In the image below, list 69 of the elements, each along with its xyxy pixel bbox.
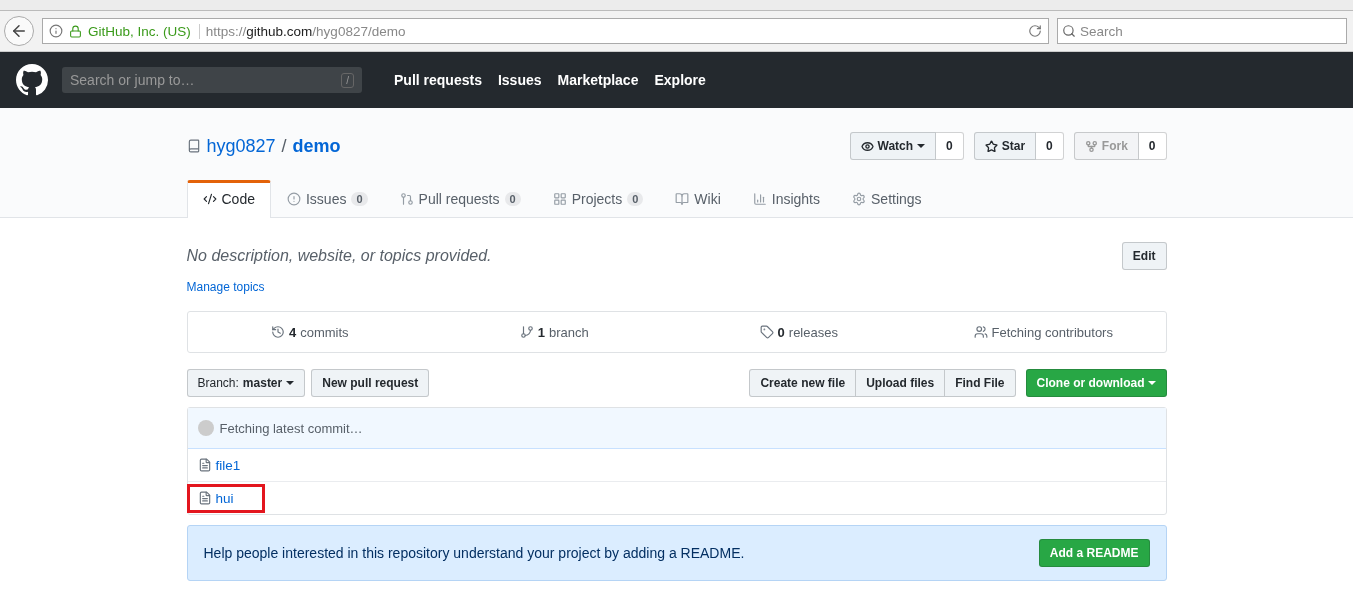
people-icon: [973, 325, 988, 339]
tab-counter: 0: [504, 192, 521, 206]
edit-button[interactable]: Edit: [1121, 242, 1167, 270]
file-action-button[interactable]: Find File: [944, 369, 1016, 397]
alert-circle-icon: [286, 192, 301, 206]
file-icon: [197, 491, 212, 505]
eye-icon: [860, 139, 874, 153]
history-icon: [270, 325, 285, 339]
book-icon: [675, 192, 690, 206]
tab-counter: 0: [351, 192, 368, 206]
header-search-field[interactable]: Search or jump to… /: [62, 67, 362, 93]
repo-tab[interactable]: Issues 0: [270, 180, 384, 218]
repo-tab[interactable]: Wiki: [659, 180, 737, 218]
octocat-logo[interactable]: [16, 64, 48, 96]
branch-icon: [519, 325, 534, 339]
site-identity: GitHub, Inc. (US): [88, 23, 200, 39]
releases-summary-link[interactable]: 0 releases: [676, 324, 921, 340]
caret-icon: [286, 381, 295, 385]
watch-count[interactable]: 0: [936, 132, 964, 160]
fork-icon: [1084, 139, 1098, 153]
avatar-circle: [197, 420, 214, 436]
address-bar[interactable]: GitHub, Inc. (US) https://github.com/hyg0827/demo: [42, 18, 1049, 44]
nav-link[interactable]: Pull requests: [394, 72, 482, 88]
browser-search-field[interactable]: Search: [1057, 18, 1347, 44]
file-icon: [197, 458, 212, 472]
repo-tab[interactable]: Projects 0: [536, 180, 660, 218]
branch-summary-link[interactable]: 1 branch: [432, 324, 677, 340]
repo-tab[interactable]: Pull requests 0: [383, 180, 537, 218]
path-separator: /: [281, 135, 287, 157]
settings-icon: [852, 192, 866, 206]
repo-description: No description, website, or topics provided.: [186, 247, 492, 265]
repo-tab[interactable]: Code: [186, 180, 271, 218]
new-pull-request-button[interactable]: New pull request: [311, 369, 430, 397]
repo-tab[interactable]: Settings: [836, 180, 938, 218]
file-action-button[interactable]: Create new file: [749, 369, 857, 397]
caret-icon: [1147, 381, 1156, 385]
lock-icon: [69, 24, 82, 38]
reload-icon[interactable]: [1028, 24, 1042, 38]
board-icon: [552, 192, 567, 206]
nav-link[interactable]: Issues: [497, 72, 542, 88]
file-action-button[interactable]: Upload files: [855, 369, 946, 397]
file-link[interactable]: file1: [189, 453, 269, 477]
repo-name-link[interactable]: demo: [292, 135, 341, 157]
bar-chart-icon: [752, 192, 767, 206]
info-icon: [49, 24, 63, 38]
readme-prompt-text: Help people interested in this repository understand your project by adding a README.: [203, 545, 745, 561]
branch-select[interactable]: Branch: master: [186, 369, 306, 397]
code-icon: [202, 192, 217, 206]
star-button[interactable]: Star: [973, 132, 1037, 160]
nav-link[interactable]: Marketplace: [557, 72, 639, 88]
nav-link[interactable]: Explore: [654, 72, 706, 88]
pull-request-icon: [399, 192, 414, 206]
watch-button[interactable]: Watch: [849, 132, 937, 160]
caret-icon: [917, 144, 926, 148]
search-icon: [1062, 24, 1076, 38]
repo-tab[interactable]: Insights: [736, 180, 836, 218]
file-link[interactable]: hui: [189, 486, 262, 510]
contributors-summary-link[interactable]: Fetching contributors: [921, 324, 1166, 340]
star-icon: [984, 139, 998, 153]
url-text: https://github.com/hyg0827/demo: [205, 23, 407, 39]
repo-icon: [186, 139, 201, 153]
star-count[interactable]: 0: [1036, 132, 1064, 160]
back-button[interactable]: [4, 16, 34, 46]
tab-counter: 0: [627, 192, 644, 206]
tag-icon: [759, 325, 774, 339]
commit-status-text: Fetching latest commit…: [219, 420, 363, 436]
repo-owner-link[interactable]: hyg0827: [206, 135, 276, 157]
manage-topics-link[interactable]: Manage topics: [186, 280, 265, 294]
commits-summary-link[interactable]: 4 commits: [187, 324, 432, 340]
